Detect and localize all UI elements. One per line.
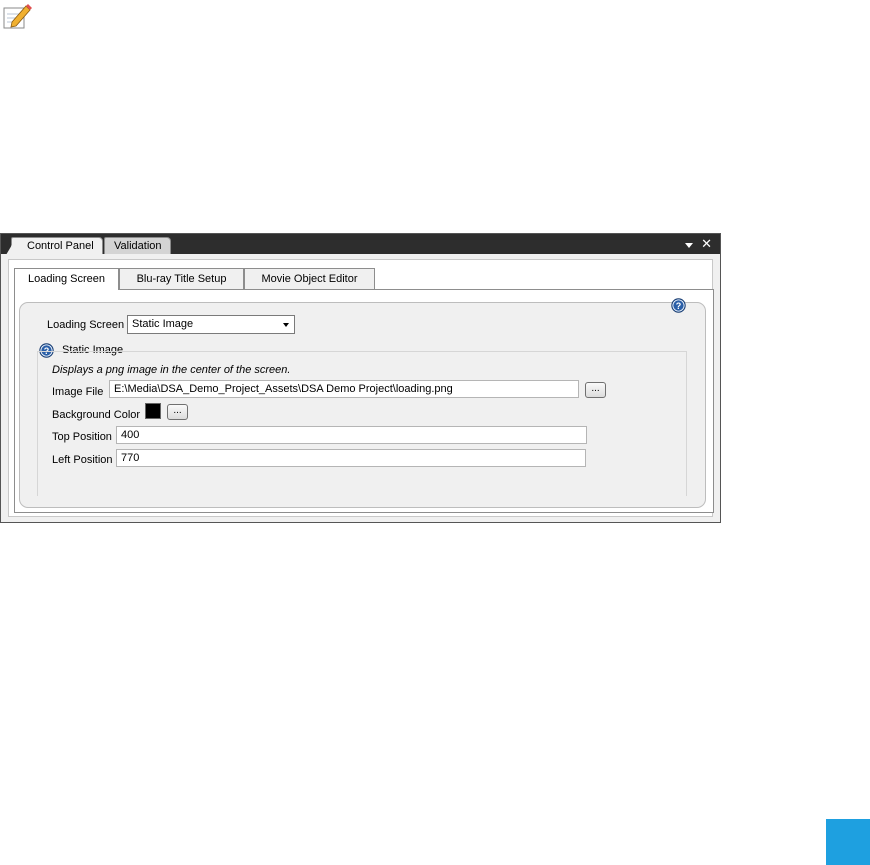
accent-square bbox=[826, 819, 870, 865]
tab-bluray-title-setup[interactable]: Blu-ray Title Setup bbox=[119, 268, 244, 289]
tab-validation[interactable]: Validation bbox=[104, 237, 171, 254]
tab-control-panel[interactable]: Control Panel bbox=[6, 237, 103, 255]
panel-window-controls: ✕ bbox=[685, 237, 712, 251]
top-position-input[interactable]: 400 bbox=[116, 426, 587, 444]
svg-text:?: ? bbox=[676, 301, 682, 311]
loading-screen-label: Loading Screen bbox=[47, 319, 125, 331]
tab-movie-object-editor[interactable]: Movie Object Editor bbox=[244, 268, 375, 289]
loading-screen-tab-page: ? Loading Screen Static Image ? Static I… bbox=[14, 289, 714, 513]
left-position-input[interactable]: 770 bbox=[116, 449, 586, 467]
image-file-browse-button[interactable]: ... bbox=[585, 382, 606, 398]
chevron-down-icon bbox=[283, 323, 289, 327]
top-position-label: Top Position bbox=[52, 431, 112, 443]
image-file-label: Image File bbox=[52, 386, 104, 398]
left-position-label: Left Position bbox=[52, 454, 113, 466]
background-color-browse-button[interactable]: ... bbox=[167, 404, 188, 420]
loading-screen-group: ? Loading Screen Static Image ? Static I… bbox=[19, 298, 706, 508]
pin-dropdown-icon[interactable] bbox=[685, 242, 694, 248]
help-question-icon[interactable]: ? bbox=[671, 298, 686, 313]
loading-screen-select[interactable]: Static Image bbox=[127, 315, 295, 334]
image-file-input[interactable]: E:\Media\DSA_Demo_Project_Assets\DSA Dem… bbox=[109, 380, 579, 398]
background-color-label: Background Color bbox=[52, 409, 141, 421]
tab-loading-screen[interactable]: Loading Screen bbox=[14, 268, 119, 290]
static-image-description: Displays a png image in the center of th… bbox=[52, 364, 291, 376]
background-color-swatch[interactable] bbox=[145, 403, 161, 419]
close-icon[interactable]: ✕ bbox=[701, 237, 712, 251]
notepad-pencil-icon bbox=[3, 4, 32, 29]
panel-titlebar: Control Panel Validation ✕ bbox=[1, 234, 720, 255]
loading-screen-select-value: Static Image bbox=[132, 318, 194, 330]
